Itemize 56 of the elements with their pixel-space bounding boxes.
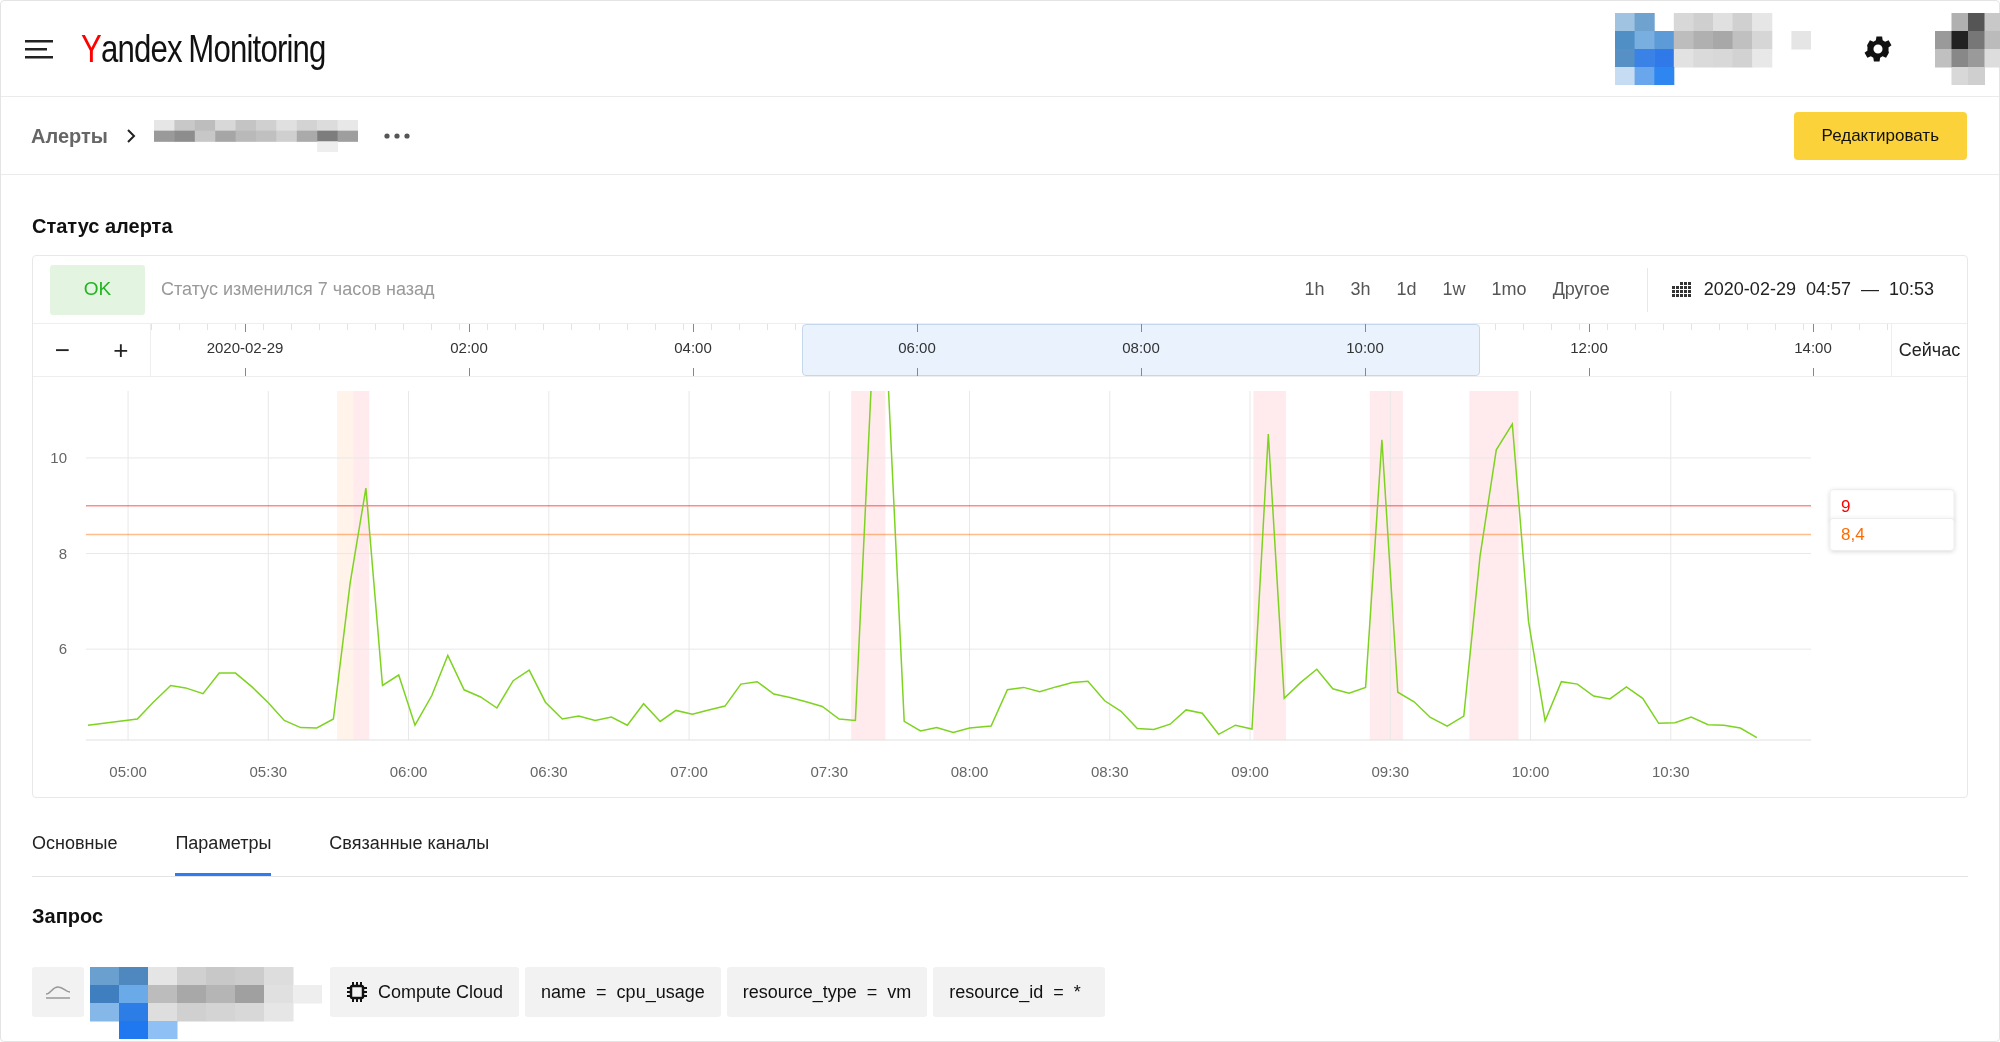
y-axis-label: 10 [50,448,67,466]
timeline-label: 2020-02-29 [206,338,284,358]
x-axis-label: 07:30 [810,763,849,780]
timeline-label: 08:00 [1122,338,1160,358]
zoom-out-button[interactable]: − [44,330,81,370]
section-title: Запрос [32,904,105,929]
threshold-label: 9 [1841,496,1851,516]
timeline-ruler[interactable]: 2020-02-29 02:00 04:00 06:00 08:00 10:00 12:00 14:00 [151,324,1891,376]
tab[interactable]: Связанные каналы [329,830,490,876]
more-icon[interactable] [383,132,410,139]
timeline-label: 02:00 [450,338,488,358]
threshold-label: 8,4 [1841,525,1865,545]
time-range-button[interactable]: 1w [1429,269,1479,310]
cpu-icon [346,981,368,1003]
x-axis-label: 08:00 [950,763,989,780]
x-axis-label: 09:00 [1231,763,1269,780]
now-button[interactable]: Сейчас [1898,336,1961,364]
breadcrumb-link[interactable]: Алерты [31,120,108,151]
y-axis-label: 8 [58,544,67,562]
x-axis-label: 10:30 [1652,763,1690,780]
y-axis-label: 6 [58,640,67,658]
x-axis-label: 07:00 [670,763,708,780]
time-range-button[interactable]: 1d [1383,269,1430,310]
x-axis-label: 10:00 [1511,763,1550,780]
x-axis-label: 06:00 [389,763,428,780]
status-note: Статус изменился 7 часов назад [161,278,435,301]
x-axis-label: 09:30 [1371,763,1410,780]
tab[interactable]: Параметры [175,830,272,876]
time-range-button[interactable]: 1mo [1478,269,1540,310]
time-range-button[interactable]: 1h [1291,269,1338,310]
status-badge: OK [50,264,145,315]
edit-button[interactable]: Редактировать [1793,111,1967,160]
x-axis-label: 08:30 [1091,763,1129,780]
x-axis-label: 05:00 [109,763,147,780]
date-range[interactable]: 2020-02-29 04:57 — 10:53 [1703,276,1934,303]
x-axis-label: 05:30 [249,763,288,780]
selector-chip[interactable]: name = cpu_usage [525,967,721,1017]
area-chart-icon [45,985,71,999]
timeline-label: 06:00 [898,338,936,358]
timeline-label: 04:00 [674,338,712,358]
selector-chip[interactable]: resource_type = vm [726,967,928,1017]
selector-chip[interactable]: resource_id = * [933,967,1106,1017]
zoom-in-button[interactable]: + [102,330,139,370]
menu-icon[interactable] [25,38,53,59]
service-chip[interactable]: Compute Cloud [330,967,520,1017]
tab[interactable]: Основные [32,830,118,876]
timeline-label: 12:00 [1570,338,1608,358]
timeline-label: 14:00 [1794,338,1832,358]
chevron-right-icon [125,127,136,144]
time-range-button[interactable]: 3h [1337,269,1384,310]
x-axis-label: 06:30 [530,763,568,780]
calendar-icon[interactable] [1671,281,1692,298]
time-range-button[interactable]: Другое [1539,269,1623,310]
logo[interactable]: Yandex Monitoring [81,29,326,68]
timeline-label: 10:00 [1346,338,1384,358]
section-title: Статус алерта [32,214,174,239]
